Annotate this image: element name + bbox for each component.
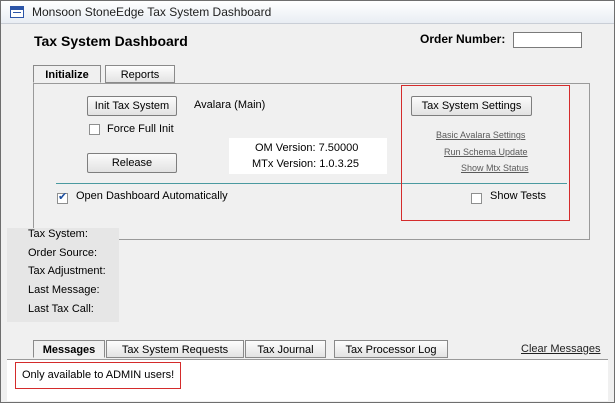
tab-messages-label: Messages xyxy=(42,344,96,356)
run-schema-update-link[interactable]: Run Schema Update xyxy=(444,147,528,157)
order-source-label: Order Source: xyxy=(28,247,98,259)
open-dashboard-checkbox[interactable]: ✔ xyxy=(57,191,68,204)
init-tax-system-button[interactable]: Init Tax System xyxy=(87,96,177,116)
basic-avalara-settings-link[interactable]: Basic Avalara Settings xyxy=(436,130,525,140)
force-full-init-label: Force Full Init xyxy=(107,123,174,135)
open-dashboard-label: Open Dashboard Automatically xyxy=(76,190,228,202)
tab-initialize-label: Initialize xyxy=(45,69,89,81)
page-title: Tax System Dashboard xyxy=(34,33,188,49)
checkmark-icon: ✔ xyxy=(58,191,68,203)
form-icon xyxy=(10,6,24,18)
dashboard-window: Monsoon StoneEdge Tax System Dashboard T… xyxy=(0,0,615,403)
release-button[interactable]: Release xyxy=(87,153,177,173)
tab-messages[interactable]: Messages xyxy=(33,340,105,358)
tab-tax-system-requests-label: Tax System Requests xyxy=(121,344,229,356)
tax-adjustment-label: Tax Adjustment: xyxy=(28,265,106,277)
show-tests-checkbox[interactable] xyxy=(471,193,482,204)
mtx-version-text: MTx Version: 1.0.3.25 xyxy=(252,158,359,170)
tab-initialize[interactable]: Initialize xyxy=(33,65,101,83)
version-info: OM Version: 7.50000 MTx Version: 1.0.3.2… xyxy=(229,138,387,174)
tab-reports[interactable]: Reports xyxy=(105,65,175,83)
title-bar: Monsoon StoneEdge Tax System Dashboard xyxy=(1,1,614,24)
clear-messages-link[interactable]: Clear Messages xyxy=(521,343,600,355)
show-mtx-status-link[interactable]: Show Mtx Status xyxy=(461,163,529,173)
tax-system-settings-button[interactable]: Tax System Settings xyxy=(411,96,532,116)
tab-tax-journal-label: Tax Journal xyxy=(257,344,314,356)
tab-tax-journal[interactable]: Tax Journal xyxy=(245,340,326,358)
last-message-label: Last Message: xyxy=(28,284,100,296)
tab-reports-label: Reports xyxy=(120,69,160,81)
show-tests-label: Show Tests xyxy=(490,190,547,202)
tab-tax-processor-log[interactable]: Tax Processor Log xyxy=(334,340,448,358)
tab-tax-system-requests[interactable]: Tax System Requests xyxy=(106,340,244,358)
order-number-label: Order Number: xyxy=(420,32,506,46)
window-title: Monsoon StoneEdge Tax System Dashboard xyxy=(32,5,272,19)
last-tax-call-label: Last Tax Call: xyxy=(28,303,94,315)
tax-system-label: Tax System: xyxy=(28,228,88,240)
tab-tax-processor-log-label: Tax Processor Log xyxy=(345,344,437,356)
force-full-init-checkbox[interactable] xyxy=(89,124,100,135)
om-version-text: OM Version: 7.50000 xyxy=(255,142,359,154)
tax-provider-label: Avalara (Main) xyxy=(194,99,266,111)
message-text: Only available to ADMIN users! xyxy=(22,369,175,381)
order-number-input[interactable] xyxy=(513,32,582,48)
